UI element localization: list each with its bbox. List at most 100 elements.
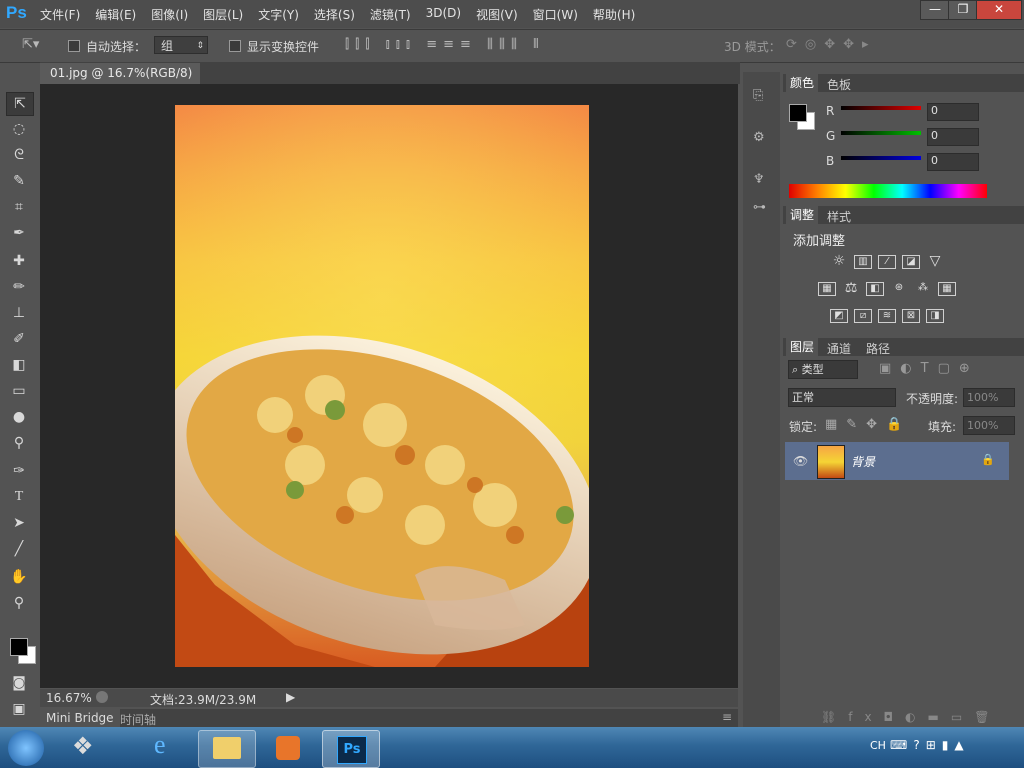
tab-layers[interactable]: 图层: [786, 338, 819, 356]
opacity-input[interactable]: 100%: [963, 388, 1015, 407]
auto-select-dropdown[interactable]: 组 ⇕: [154, 36, 208, 54]
menu-layer[interactable]: 图层(L): [203, 6, 243, 23]
menu-filter[interactable]: 滤镜(T): [370, 6, 411, 23]
brush-panel-icon[interactable]: ♆: [753, 172, 765, 187]
gradient-tool-icon[interactable]: ▭: [6, 380, 32, 402]
crop-tool-icon[interactable]: ⌗: [6, 196, 32, 218]
tab-paths[interactable]: 路径: [866, 340, 890, 357]
color-lookup-icon[interactable]: ▦: [938, 282, 956, 296]
photoshop-taskbar-icon[interactable]: Ps: [322, 730, 380, 768]
internet-explorer-icon[interactable]: e: [138, 730, 194, 766]
foreground-color-swatch[interactable]: [10, 638, 28, 656]
tab-adjustments[interactable]: 调整: [786, 206, 819, 224]
3d-mode-icons[interactable]: ⟳◎✥✥▸: [786, 37, 877, 52]
fill-input[interactable]: 100%: [963, 416, 1015, 435]
layer-filter-dropdown[interactable]: ⌕ 类型: [788, 360, 858, 379]
history-brush-tool-icon[interactable]: ✐: [6, 328, 32, 350]
lock-icons[interactable]: ▦✎✥🔒: [825, 417, 911, 432]
panel-menu-icon[interactable]: ≡: [722, 710, 732, 724]
document-tab[interactable]: 01.jpg @ 16.7%(RGB/8) ×: [40, 63, 200, 101]
brightness-icon[interactable]: ☼: [830, 254, 848, 269]
fg-color-swatch[interactable]: [789, 104, 807, 122]
menu-3d[interactable]: 3D(D): [426, 6, 461, 23]
media-player-icon[interactable]: [260, 730, 316, 766]
tab-styles[interactable]: 样式: [827, 208, 851, 225]
taskbar-app-icon[interactable]: ❖: [58, 730, 114, 766]
levels-icon[interactable]: ▥: [854, 255, 872, 269]
posterize-icon[interactable]: ⧄: [854, 309, 872, 323]
close-button[interactable]: ✕: [976, 0, 1022, 20]
quick-select-tool-icon[interactable]: ✎: [6, 170, 32, 192]
tab-timeline[interactable]: 时间轴: [120, 711, 156, 728]
properties-panel-icon[interactable]: ⚙: [753, 130, 765, 145]
channel-r-slider[interactable]: [841, 106, 921, 110]
zoom-level[interactable]: 16.67%: [46, 691, 92, 705]
blur-tool-icon[interactable]: ●: [6, 406, 32, 428]
channel-b-input[interactable]: 0: [927, 153, 979, 171]
gradient-map-icon[interactable]: ⊠: [902, 309, 920, 323]
marquee-tool-icon[interactable]: ◌: [6, 118, 32, 140]
tab-mini-bridge[interactable]: Mini Bridge: [40, 709, 120, 727]
dodge-tool-icon[interactable]: ⚲: [6, 432, 32, 454]
brush-tool-icon[interactable]: ✏: [6, 276, 32, 298]
brush-presets-icon[interactable]: ⊶: [753, 200, 766, 215]
auto-select-checkbox[interactable]: [68, 40, 80, 52]
tab-color[interactable]: 颜色: [786, 74, 819, 92]
layer-bottom-icons[interactable]: ⛓fx◘◐▬▭🗑: [821, 710, 1001, 724]
pen-tool-icon[interactable]: ✑: [6, 460, 32, 482]
eyedropper-tool-icon[interactable]: ✒: [6, 222, 32, 244]
healing-brush-tool-icon[interactable]: ✚: [6, 250, 32, 272]
clone-stamp-tool-icon[interactable]: ⊥: [6, 302, 32, 324]
blend-mode-dropdown[interactable]: 正常: [788, 388, 896, 407]
channel-r-input[interactable]: 0: [927, 103, 979, 121]
menu-image[interactable]: 图像(I): [151, 6, 188, 23]
zoom-tool-icon[interactable]: ⚲: [6, 592, 32, 614]
eraser-tool-icon[interactable]: ◧: [6, 354, 32, 376]
selective-color-icon[interactable]: ◨: [926, 309, 944, 323]
system-tray-icons[interactable]: ⌨?⊞▮▲: [890, 738, 970, 752]
lasso-tool-icon[interactable]: ᘓ: [6, 144, 32, 166]
photo-filter-icon[interactable]: ⊛: [890, 282, 908, 296]
menu-help[interactable]: 帮助(H): [593, 6, 635, 23]
start-button-icon[interactable]: [8, 730, 44, 766]
threshold-icon[interactable]: ≋: [878, 309, 896, 323]
language-indicator[interactable]: CH: [870, 739, 886, 752]
move-tool-preset-icon[interactable]: ⇱▾: [22, 37, 39, 52]
black-white-icon[interactable]: ◧: [866, 282, 884, 296]
color-balance-icon[interactable]: ⚖: [842, 281, 860, 296]
align-icons[interactable]: ⫿⫿⫿ ⫾⫾⫾ ≡≡≡ ⫼⫼⫼ ⫴: [345, 37, 545, 52]
vibrance-icon[interactable]: ▽: [926, 254, 944, 269]
path-select-tool-icon[interactable]: ➤: [6, 512, 32, 534]
channel-b-slider[interactable]: [841, 156, 921, 160]
history-panel-icon[interactable]: ⎘: [753, 88, 763, 103]
menu-file[interactable]: 文件(F): [40, 6, 80, 23]
color-spectrum-bar[interactable]: [789, 184, 987, 198]
invert-icon[interactable]: ◩: [830, 309, 848, 323]
status-menu-arrow-icon[interactable]: ▶: [286, 690, 295, 704]
quick-mask-icon[interactable]: ◙: [6, 672, 32, 694]
layer-filter-icons[interactable]: ▣◐T▢⊕: [879, 361, 979, 376]
menu-view[interactable]: 视图(V): [476, 6, 518, 23]
exposure-icon[interactable]: ◪: [902, 255, 920, 269]
layer-name[interactable]: 背景: [851, 453, 875, 470]
tab-swatches[interactable]: 色板: [827, 76, 851, 93]
restore-button[interactable]: ❐: [948, 0, 978, 20]
channel-g-input[interactable]: 0: [927, 128, 979, 146]
type-tool-icon[interactable]: T: [6, 486, 32, 508]
menu-edit[interactable]: 编辑(E): [95, 6, 136, 23]
minimize-button[interactable]: —: [920, 0, 950, 20]
layer-row[interactable]: 👁 背景 🔒: [785, 442, 1009, 480]
hand-tool-icon[interactable]: ✋: [6, 566, 32, 588]
channel-mixer-icon[interactable]: ⁂: [914, 282, 932, 296]
line-tool-icon[interactable]: ╱: [6, 538, 32, 560]
move-tool-icon[interactable]: ⇱: [6, 92, 34, 116]
screen-mode-icon[interactable]: ▣: [6, 698, 32, 720]
visibility-eye-icon[interactable]: 👁: [793, 454, 808, 468]
hue-saturation-icon[interactable]: ▦: [818, 282, 836, 296]
menu-type[interactable]: 文字(Y): [258, 6, 299, 23]
menu-select[interactable]: 选择(S): [314, 6, 355, 23]
document-image[interactable]: [175, 105, 589, 667]
status-info-icon[interactable]: [96, 691, 108, 703]
show-transform-checkbox[interactable]: [229, 40, 241, 52]
tab-channels[interactable]: 通道: [827, 340, 851, 357]
